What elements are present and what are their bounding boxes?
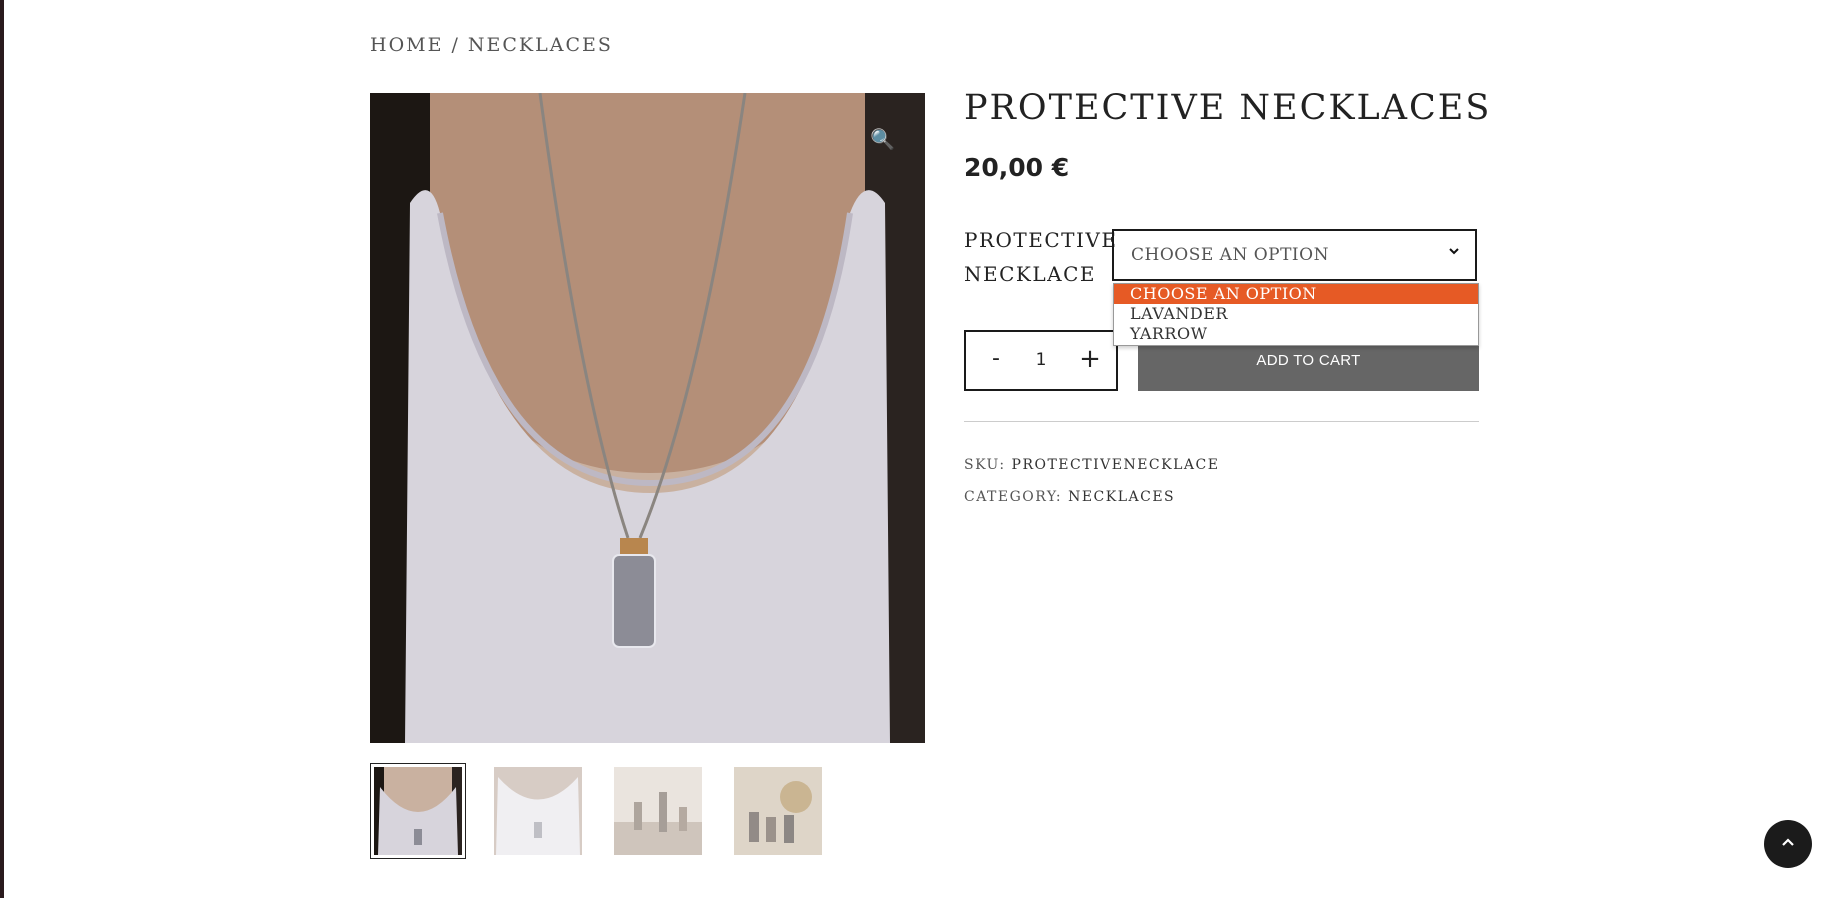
variation-label-line-1: PROTECTIVE <box>964 228 1118 252</box>
product-title: PROTECTIVE NECKLACES <box>964 88 1492 128</box>
quantity-stepper: - 1 + <box>964 330 1118 391</box>
dropdown-option-choose[interactable]: CHOOSE AN OPTION <box>1114 284 1478 304</box>
chevron-down-icon <box>1447 243 1461 262</box>
quantity-input[interactable]: 1 <box>1026 350 1056 370</box>
sku-label: SKU: <box>964 457 1006 473</box>
variation-label: PROTECTIVE NECKLACE <box>964 223 1118 291</box>
thumbnail-4[interactable] <box>730 763 826 859</box>
thumbnail-2[interactable] <box>490 763 586 859</box>
sku-value: PROTECTIVENECKLACE <box>1011 457 1220 473</box>
variation-dropdown-list: CHOOSE AN OPTION LAVANDER YARROW <box>1113 283 1479 346</box>
variation-select[interactable]: CHOOSE AN OPTION <box>1112 229 1477 281</box>
quantity-increase-button[interactable]: + <box>1078 344 1102 374</box>
variation-select-value: CHOOSE AN OPTION <box>1131 245 1329 265</box>
thumbnail-1-graphic <box>374 767 462 855</box>
breadcrumb-current: NECKLACES <box>467 34 613 56</box>
product-price: 20,00 € <box>964 153 1070 182</box>
thumbnail-3[interactable] <box>610 763 706 859</box>
quantity-decrease-button[interactable]: - <box>986 346 1006 371</box>
breadcrumb: HOME / NECKLACES <box>370 34 613 56</box>
dropdown-option-lavander[interactable]: LAVANDER <box>1114 304 1478 324</box>
magnifier-icon[interactable]: 🔍 <box>870 127 895 151</box>
variation-label-line-2: NECKLACE <box>964 262 1096 286</box>
thumbnail-4-graphic <box>734 767 822 855</box>
back-to-top-button[interactable] <box>1764 820 1812 868</box>
breadcrumb-home-link[interactable]: HOME <box>370 34 443 56</box>
category-link[interactable]: NECKLACES <box>1068 489 1175 505</box>
category-label: CATEGORY: <box>964 489 1063 505</box>
category-line: CATEGORY: NECKLACES <box>964 489 1175 505</box>
breadcrumb-separator: / <box>451 34 460 56</box>
thumbnail-1[interactable] <box>370 763 466 859</box>
thumbnail-2-graphic <box>494 767 582 855</box>
product-main-image[interactable] <box>370 93 925 743</box>
sku-line: SKU: PROTECTIVENECKLACE <box>964 457 1219 473</box>
divider <box>964 421 1479 422</box>
dropdown-option-yarrow[interactable]: YARROW <box>1114 324 1478 344</box>
chevron-up-icon <box>1780 834 1796 854</box>
main-image-graphic <box>370 93 925 743</box>
thumbnail-strip <box>370 763 826 859</box>
thumbnail-3-graphic <box>614 767 702 855</box>
